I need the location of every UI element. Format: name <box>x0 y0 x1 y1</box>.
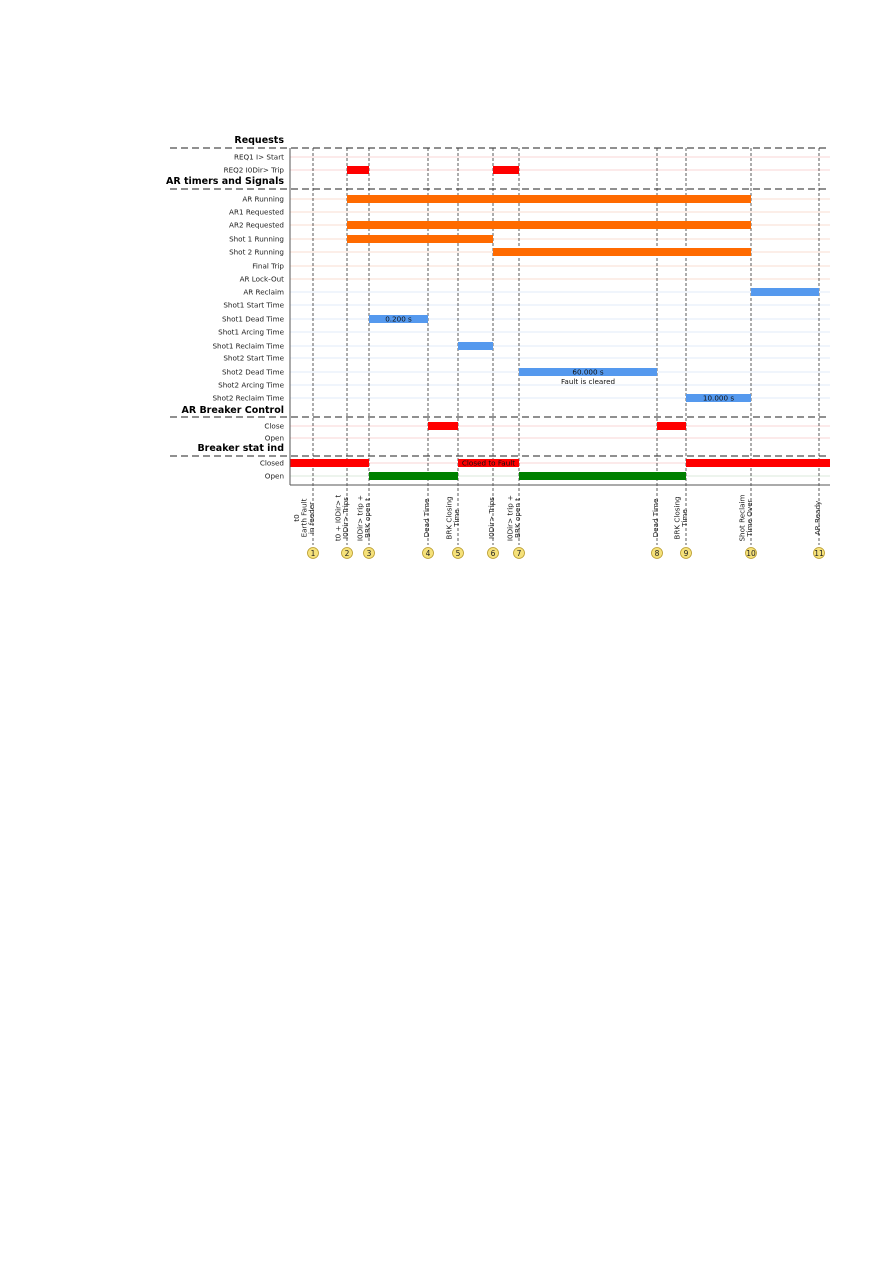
row-label-closed: Closed <box>260 459 284 468</box>
event-number: 2 <box>345 549 350 558</box>
bar-label: 0.200 s <box>385 315 412 324</box>
event-label-8: Dead Time <box>651 498 660 537</box>
event-number: 11 <box>814 549 824 558</box>
row-label-shot-2-running: Shot 2 Running <box>229 248 284 257</box>
event-markers: t0Earth Faultin feeder1t0 + I0Dir> tI0Di… <box>292 494 825 559</box>
bar-ar2-requested <box>347 221 751 229</box>
bar-closed <box>686 459 830 467</box>
bar-req2-i0dir-trip <box>493 166 519 174</box>
event-number: 3 <box>367 549 372 558</box>
event-label-9: Time <box>680 509 689 528</box>
row-label-ar-reclaim: AR Reclaim <box>243 288 284 297</box>
row-label-shot2-arcing-time: Shot2 Arcing Time <box>218 381 284 390</box>
row-label-shot-1-running: Shot 1 Running <box>229 235 284 244</box>
bar-label: Closed to Fault <box>462 459 515 468</box>
row-label-ar-lock-out: AR Lock-Out <box>240 275 285 284</box>
row-label-open: Open <box>265 472 284 481</box>
event-number: 10 <box>746 549 756 558</box>
row-label-close: Close <box>264 422 284 431</box>
event-label-11: AR Ready <box>813 500 822 535</box>
timing-diagram: 0.200 s 60.000 sFault is cleared 10.000 s C… <box>166 135 830 559</box>
bar-closed <box>290 459 369 467</box>
row-label-shot2-dead-time: Shot2 Dead Time <box>222 368 285 377</box>
row-label-shot2-start-time: Shot2 Start Time <box>223 354 284 363</box>
bar-shot1-reclaim-time <box>458 342 493 350</box>
bar-open <box>369 472 458 480</box>
event-number: 5 <box>456 549 461 558</box>
event-label-3: BRK open t <box>363 498 372 538</box>
row-labels: RequestsREQ1 I> StartREQ2 I0Dir> TripAR … <box>166 135 285 481</box>
bar-note: Fault is cleared <box>561 377 615 386</box>
row-label-req2-i0dir-trip: REQ2 I0Dir> Trip <box>224 166 285 175</box>
row-label-req1-i-start: REQ1 I> Start <box>234 153 284 162</box>
bar-shot-2-running <box>493 248 751 256</box>
row-label-open: Open <box>265 434 284 443</box>
event-number: 9 <box>684 549 689 558</box>
event-label-2: I0Dir> Trips <box>341 497 350 539</box>
bar-label: 10.000 s <box>703 394 734 403</box>
row-label-shot1-dead-time: Shot1 Dead Time <box>222 315 285 324</box>
row-label-ar1-requested: AR1 Requested <box>229 208 284 217</box>
bar-label: 60.000 s <box>572 368 603 377</box>
bar-close <box>657 422 686 430</box>
event-label-7: BRK open t <box>513 498 522 538</box>
event-label-6: I0Dir> Trips <box>487 497 496 539</box>
event-label-1: in feeder <box>307 502 316 534</box>
section-header-requests: Requests <box>234 135 284 146</box>
section-header-ar-breaker-control: AR Breaker Control <box>181 405 284 416</box>
event-label-4: Dead Time <box>422 498 431 537</box>
bar-ar-running <box>347 195 751 203</box>
bar-ar-reclaim <box>751 288 819 296</box>
row-label-ar-running: AR Running <box>242 195 284 204</box>
row-label-ar2-requested: AR2 Requested <box>229 221 284 230</box>
event-number: 6 <box>491 549 496 558</box>
row-label-shot1-arcing-time: Shot1 Arcing Time <box>218 328 284 337</box>
bar-req2-i0dir-trip <box>347 166 369 174</box>
event-label-10: Time Over <box>745 499 754 537</box>
event-number: 8 <box>655 549 660 558</box>
row-label-shot1-reclaim-time: Shot1 Reclaim Time <box>212 342 284 351</box>
bar-open <box>519 472 686 480</box>
section-header-ar-timers-and-signals: AR timers and Signals <box>166 176 284 187</box>
event-number: 1 <box>311 549 316 558</box>
event-label-5: Time <box>452 509 461 528</box>
bar-close <box>428 422 458 430</box>
signal-bars: 0.200 s 60.000 sFault is cleared 10.000 s C… <box>290 166 830 480</box>
row-label-shot2-reclaim-time: Shot2 Reclaim Time <box>212 394 284 403</box>
section-header-breaker-stat-ind: Breaker stat ind <box>197 443 284 454</box>
event-number: 7 <box>517 549 522 558</box>
row-label-final-trip: Final Trip <box>252 262 284 271</box>
event-number: 4 <box>426 549 431 558</box>
bar-shot-1-running <box>347 235 493 243</box>
row-label-shot1-start-time: Shot1 Start Time <box>223 301 284 310</box>
